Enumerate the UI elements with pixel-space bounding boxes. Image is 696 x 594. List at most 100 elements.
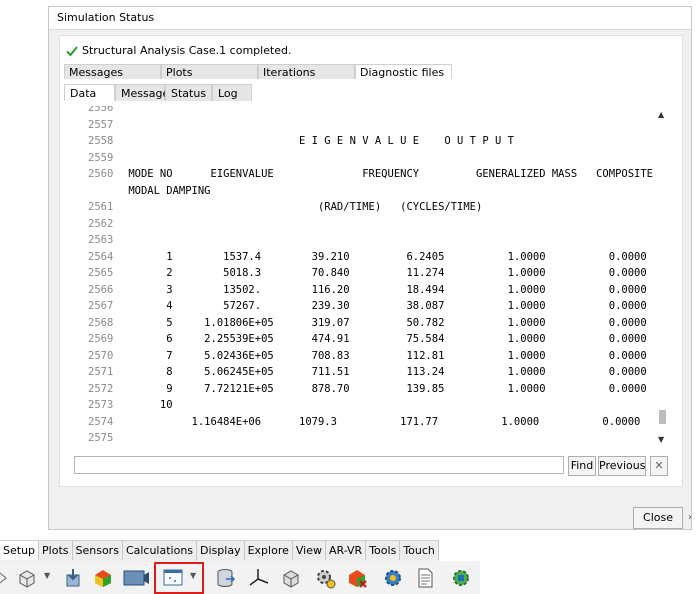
line-text: 8 5.06245E+05 711.51 113.24 1.0000 0.000… bbox=[122, 366, 647, 378]
previous-button[interactable]: Previous bbox=[598, 456, 646, 476]
line-text: 7 5.02436E+05 708.83 112.81 1.0000 0.000… bbox=[122, 349, 647, 362]
output-line: MODAL DAMPING bbox=[74, 183, 656, 199]
output-line: 2565 2 5018.3 70.840 11.274 1.0000 0.000… bbox=[74, 265, 656, 281]
scroll-up-arrow-icon[interactable]: ▲ bbox=[658, 110, 664, 119]
output-line: 2566 3 13502. 116.20 18.494 1.0000 0.000… bbox=[74, 282, 656, 298]
line-text: 4 57267. 239.30 38.087 1.0000 0.0000 bbox=[122, 300, 647, 312]
tab-plots-workbench[interactable]: Plots bbox=[39, 541, 73, 560]
simulation-status-dialog: Simulation Status Structural Analysis Ca… bbox=[48, 6, 692, 530]
find-input[interactable] bbox=[74, 456, 564, 474]
tab-log[interactable]: Log bbox=[212, 84, 252, 101]
output-line: 2559 bbox=[74, 150, 656, 166]
close-button[interactable]: Close bbox=[633, 507, 683, 529]
colored-mesh-icon[interactable] bbox=[92, 567, 114, 589]
tab-view[interactable]: View bbox=[293, 541, 326, 560]
dialog-content: Structural Analysis Case.1 completed. Me… bbox=[59, 35, 683, 487]
part-dropdown-icon[interactable] bbox=[16, 567, 38, 589]
clear-find-button[interactable]: ✕ bbox=[650, 456, 668, 476]
chevron-down-icon[interactable]: ▼ bbox=[44, 571, 50, 580]
tab-sensors[interactable]: Sensors bbox=[73, 541, 123, 560]
output-text-area[interactable]: 2556 2557 2558 E I G E N V A L U E O U T P… bbox=[74, 106, 656, 446]
line-text: 2 5018.3 70.840 11.274 1.0000 0.0000 bbox=[122, 267, 647, 279]
workbench-tabs: Setup Plots Sensors Calculations Display… bbox=[0, 540, 439, 561]
line-number: 2565 bbox=[88, 267, 114, 279]
output-line: 2575 bbox=[74, 430, 656, 446]
find-button[interactable]: Find bbox=[568, 456, 596, 476]
output-line: 2570 7 5.02436E+05 708.83 112.81 1.0000 … bbox=[74, 348, 656, 364]
tab-setup[interactable]: Setup bbox=[0, 541, 40, 560]
line-number: 2564 bbox=[88, 250, 114, 263]
tab-messages[interactable]: Messages bbox=[64, 64, 161, 79]
tab-message[interactable]: Message bbox=[115, 84, 169, 101]
output-line: 2558 E I G E N V A L U E O U T P U T bbox=[74, 133, 656, 149]
scroll-thumb[interactable] bbox=[659, 410, 666, 424]
line-text: E I G E N V A L U E O U T P U T bbox=[122, 135, 514, 147]
analysis-gear-icon[interactable] bbox=[382, 567, 404, 589]
line-number: 2558 bbox=[88, 135, 114, 147]
tab-data[interactable]: Data bbox=[64, 84, 115, 101]
output-line: 2573 10 bbox=[74, 397, 656, 413]
tree-gear-icon[interactable] bbox=[450, 567, 472, 589]
find-row: Find Previous ✕ bbox=[74, 456, 674, 476]
tab-plots[interactable]: Plots bbox=[161, 64, 258, 79]
output-line: 2557 bbox=[74, 117, 656, 133]
line-number: 2567 bbox=[88, 300, 114, 312]
output-line: 2561 (RAD/TIME) (CYCLES/TIME) bbox=[74, 199, 656, 215]
tab-tools[interactable]: Tools bbox=[366, 541, 401, 560]
line-number: 2566 bbox=[88, 283, 114, 296]
output-vertical-scrollbar[interactable]: ▲ ▼ bbox=[656, 106, 668, 446]
main-tabs: Messages Plots Iterations Diagnostic fil… bbox=[64, 64, 452, 80]
output-line: 2556 bbox=[74, 106, 656, 116]
line-number: 2575 bbox=[88, 432, 114, 444]
line-number: 2570 bbox=[88, 349, 114, 362]
part-body-icon[interactable] bbox=[280, 567, 302, 589]
line-text: (RAD/TIME) (CYCLES/TIME) bbox=[122, 201, 483, 213]
line-text: 9 7.72121E+05 878.70 139.85 1.0000 0.000… bbox=[122, 382, 647, 395]
settings-gear-icon[interactable] bbox=[314, 567, 336, 589]
line-text: 6 2.25539E+05 474.91 75.584 1.0000 0.000… bbox=[122, 333, 647, 345]
output-line: 2571 8 5.06245E+05 711.51 113.24 1.0000 … bbox=[74, 364, 656, 380]
output-line: 2569 6 2.25539E+05 474.91 75.584 1.0000 … bbox=[74, 331, 656, 347]
line-text: 3 13502. 116.20 18.494 1.0000 0.0000 bbox=[122, 283, 647, 296]
line-number: 2568 bbox=[88, 316, 114, 329]
tab-iterations[interactable]: Iterations bbox=[258, 64, 355, 79]
line-number: 2560 bbox=[88, 168, 114, 180]
output-line: 2572 9 7.72121E+05 878.70 139.85 1.0000 … bbox=[74, 381, 656, 397]
line-text: MODAL DAMPING bbox=[122, 184, 211, 197]
import-part-icon[interactable] bbox=[62, 567, 84, 589]
line-number: 2574 bbox=[88, 415, 114, 428]
tab-diagnostic-files[interactable]: Diagnostic files bbox=[355, 64, 452, 79]
highlight-box bbox=[154, 562, 204, 594]
line-number: 2562 bbox=[88, 217, 114, 230]
color-mesh-delete-icon[interactable] bbox=[346, 567, 368, 589]
output-line: 2567 4 57267. 239.30 38.087 1.0000 0.000… bbox=[74, 298, 656, 314]
output-line: 2562 bbox=[74, 216, 656, 232]
status-line: Structural Analysis Case.1 completed. bbox=[66, 44, 292, 57]
database-icon[interactable] bbox=[214, 567, 236, 589]
tab-display[interactable]: Display bbox=[197, 541, 245, 560]
partial-tool-icon[interactable] bbox=[0, 567, 8, 589]
line-number: 2563 bbox=[88, 234, 114, 246]
resize-grip-icon[interactable]: › bbox=[688, 512, 692, 523]
tab-ar-vr[interactable]: AR-VR bbox=[326, 541, 367, 560]
animation-icon[interactable] bbox=[122, 567, 150, 589]
scroll-down-arrow-icon[interactable]: ▼ bbox=[658, 435, 664, 444]
output-line: 2574 1.16484E+06 1079.3 171.77 1.0000 0.… bbox=[74, 414, 656, 430]
line-number: 2561 bbox=[88, 201, 114, 213]
output-line: 2564 1 1537.4 39.210 6.2405 1.0000 0.000… bbox=[74, 249, 656, 265]
tab-explore[interactable]: Explore bbox=[245, 541, 293, 560]
status-message: Structural Analysis Case.1 completed. bbox=[82, 44, 292, 57]
line-number: 2556 bbox=[88, 106, 114, 114]
sub-tabs: Data Message Status Log bbox=[64, 84, 252, 101]
check-icon bbox=[66, 45, 78, 56]
axis-system-icon[interactable] bbox=[248, 567, 270, 589]
tab-status[interactable]: Status bbox=[165, 84, 212, 101]
document-icon[interactable] bbox=[414, 567, 436, 589]
output-line: 2568 5 1.01806E+05 319.07 50.782 1.0000 … bbox=[74, 315, 656, 331]
line-text: 10 bbox=[122, 399, 173, 411]
line-text: MODE NO EIGENVALUE FREQUENCY GENERALIZED… bbox=[122, 168, 654, 180]
line-text: 5 1.01806E+05 319.07 50.782 1.0000 0.000… bbox=[122, 316, 647, 329]
tab-touch[interactable]: Touch bbox=[400, 541, 439, 560]
output-line: 2560 MODE NO EIGENVALUE FREQUENCY GENERA… bbox=[74, 166, 656, 182]
tab-calculations[interactable]: Calculations bbox=[123, 541, 198, 560]
